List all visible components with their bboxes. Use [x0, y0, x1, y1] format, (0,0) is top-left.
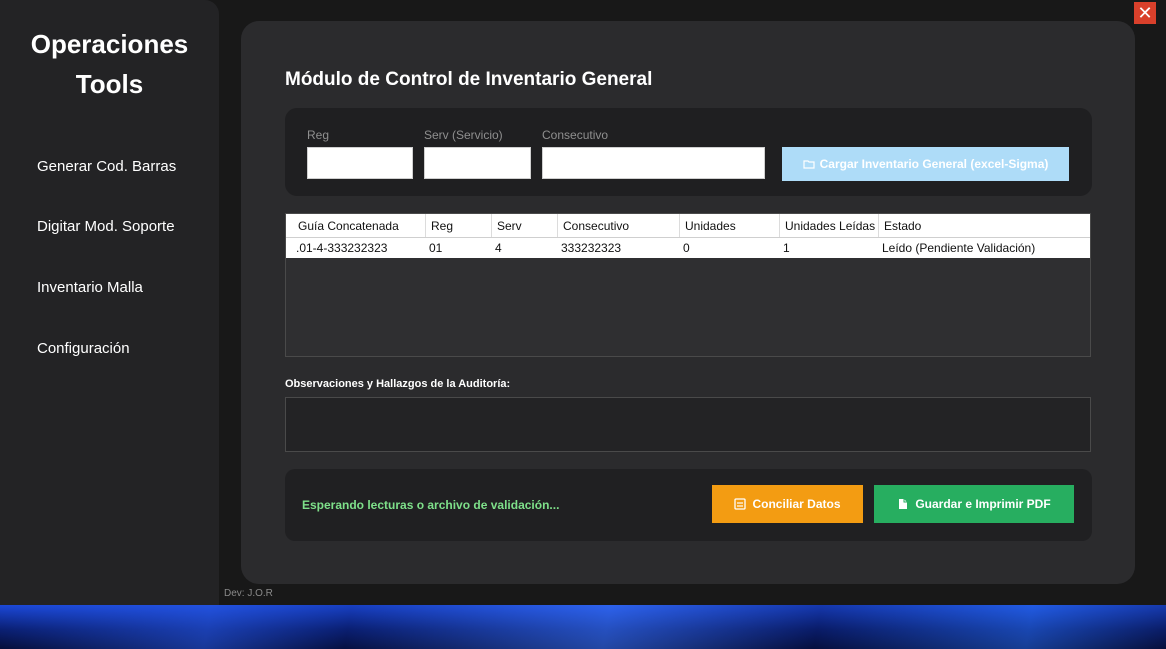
- status-message: Esperando lecturas o archivo de validaci…: [302, 498, 560, 512]
- column-header-estado[interactable]: Estado: [878, 214, 1090, 237]
- cell-unidades: 0: [683, 241, 690, 255]
- reconcile-button[interactable]: Conciliar Datos: [712, 485, 863, 523]
- inventory-table: Guía Concatenada Reg Serv Consecutivo Un…: [285, 213, 1091, 357]
- column-header-unidades-leidas[interactable]: Unidades Leídas: [779, 214, 879, 237]
- consecutivo-input[interactable]: [542, 147, 765, 179]
- cell-guia: .01-4-333232323: [296, 241, 388, 255]
- cell-serv: 4: [495, 241, 502, 255]
- cell-unidades-leidas: 1: [783, 241, 790, 255]
- brand-line-2: Tools: [75, 69, 144, 99]
- cell-estado: Leído (Pendiente Validación): [882, 241, 1036, 255]
- observations-label: Observaciones y Hallazgos de la Auditorí…: [285, 378, 511, 390]
- serv-label: Serv (Servicio): [424, 128, 503, 142]
- table-row[interactable]: .01-4-333232323 01 4 333232323 0 1 Leído…: [286, 238, 1090, 258]
- column-header-unidades[interactable]: Unidades: [679, 214, 780, 237]
- desktop-wallpaper: [0, 605, 1166, 649]
- load-inventory-button[interactable]: Cargar Inventario General (excel-Sigma): [782, 147, 1069, 181]
- observations-textarea[interactable]: [285, 397, 1091, 452]
- reconcile-label: Conciliar Datos: [752, 497, 841, 511]
- app-window: Operaciones Tools Generar Cod. Barras Di…: [0, 0, 1166, 605]
- table-header: Guía Concatenada Reg Serv Consecutivo Un…: [286, 214, 1090, 238]
- brand-line-1: Operaciones: [30, 29, 189, 59]
- sidebar-item-generar-cod-barras[interactable]: Generar Cod. Barras: [37, 158, 176, 175]
- cell-reg: 01: [429, 241, 443, 255]
- folder-icon: [803, 160, 815, 169]
- serv-input[interactable]: [424, 147, 531, 179]
- column-header-guia[interactable]: Guía Concatenada: [292, 214, 426, 237]
- main-panel: Módulo de Control de Inventario General …: [241, 21, 1135, 584]
- save-print-pdf-label: Guardar e Imprimir PDF: [915, 497, 1051, 511]
- file-pdf-icon: [899, 499, 908, 509]
- column-header-consecutivo[interactable]: Consecutivo: [557, 214, 680, 237]
- sidebar-item-configuracion[interactable]: Configuración: [37, 340, 130, 357]
- column-header-serv[interactable]: Serv: [491, 214, 558, 237]
- sidebar-item-inventario-malla[interactable]: Inventario Malla: [37, 279, 143, 296]
- reg-label: Reg: [307, 128, 330, 142]
- close-button[interactable]: ✕: [1134, 2, 1156, 24]
- sidebar: Operaciones Tools Generar Cod. Barras Di…: [0, 0, 219, 605]
- cell-consecutivo: 333232323: [561, 241, 622, 255]
- reconcile-icon: [734, 498, 747, 510]
- page-title: Módulo de Control de Inventario General: [285, 69, 653, 90]
- brand-title: Operaciones Tools: [0, 24, 219, 104]
- dev-credit: Dev: J.O.R: [224, 588, 273, 599]
- input-form-card: Reg Serv (Servicio) Consecutivo Cargar I…: [285, 108, 1092, 196]
- save-print-pdf-button[interactable]: Guardar e Imprimir PDF: [874, 485, 1074, 523]
- consecutivo-label: Consecutivo: [542, 128, 609, 142]
- reg-input[interactable]: [307, 147, 413, 179]
- action-bar: Esperando lecturas o archivo de validaci…: [285, 469, 1092, 541]
- sidebar-item-digitar-mod-soporte[interactable]: Digitar Mod. Soporte: [37, 218, 175, 235]
- close-icon: ✕: [1137, 3, 1153, 23]
- load-inventory-label: Cargar Inventario General (excel-Sigma): [819, 157, 1049, 171]
- column-header-reg[interactable]: Reg: [425, 214, 492, 237]
